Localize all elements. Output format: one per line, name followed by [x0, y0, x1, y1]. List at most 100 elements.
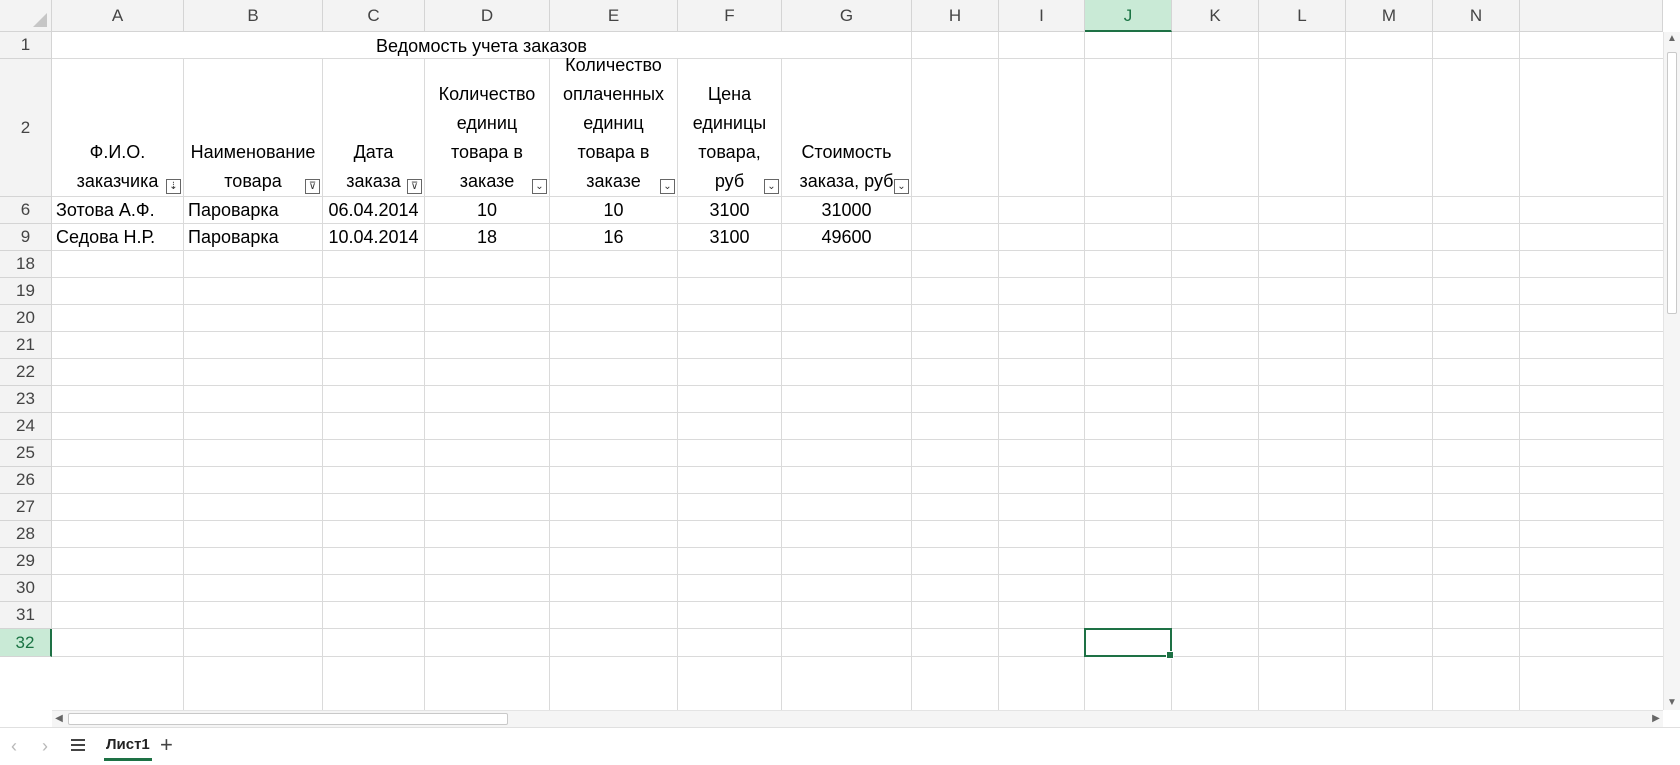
column-header-a[interactable]: A	[52, 0, 184, 32]
scroll-right-icon[interactable]: ▶	[1649, 712, 1663, 726]
grid-line	[52, 574, 1663, 575]
data-cell[interactable]: Пароварка	[184, 224, 322, 250]
vertical-scroll-thumb[interactable]	[1667, 52, 1677, 314]
grid-line	[1171, 32, 1172, 710]
column-title-line: Цена	[707, 84, 752, 104]
row-header-23[interactable]: 23	[0, 386, 52, 413]
column-header-m[interactable]: M	[1346, 0, 1433, 32]
data-cell[interactable]: Зотова А.Ф.	[52, 197, 183, 223]
spreadsheet-grid[interactable]: ABCDEFGHIJKLMN 1 2 6 9 18 19 20 21 22 23 24 25 26 27 2…	[0, 0, 1680, 765]
column-title-line: Стоимость	[801, 142, 892, 162]
row-header-18[interactable]: 18	[0, 251, 52, 278]
row-header-31[interactable]: 31	[0, 602, 52, 629]
data-cell[interactable]: 31000	[782, 197, 911, 223]
next-sheet-icon[interactable]: ›	[42, 736, 48, 757]
dropdown-icon[interactable]: ⌄	[764, 179, 779, 194]
sort-filter-icon[interactable]: ⇣	[166, 179, 181, 194]
column-title-cell[interactable]: Количество единиц товара в заказе	[425, 59, 549, 196]
row-header-30[interactable]: 30	[0, 575, 52, 602]
column-header-k[interactable]: K	[1172, 0, 1259, 32]
row-header-2[interactable]: 2	[0, 59, 52, 197]
column-title-cell[interactable]: Стоимость заказа, руб	[782, 59, 911, 196]
grid-line	[52, 628, 1663, 629]
active-filter-icon[interactable]: ⊽	[407, 179, 422, 194]
column-header-d[interactable]: D	[425, 0, 550, 32]
column-title-cell[interactable]: Количество оплаченных единиц товара в заказе	[550, 55, 677, 196]
grid-line	[998, 32, 999, 710]
data-cell[interactable]: 06.04.2014	[323, 197, 424, 223]
active-filter-icon[interactable]: ⊽	[305, 179, 320, 194]
data-cell[interactable]: 3100	[678, 224, 781, 250]
column-header-j[interactable]: J	[1085, 0, 1172, 32]
scroll-up-icon[interactable]: ▲	[1665, 32, 1679, 46]
column-header-h[interactable]: H	[912, 0, 999, 32]
select-all-button[interactable]	[0, 0, 52, 32]
column-title-cell[interactable]: Ф.И.О. заказчика	[52, 59, 183, 196]
column-title-line: товара в	[450, 142, 523, 162]
data-cell[interactable]: 10	[425, 197, 549, 223]
row-header-19[interactable]: 19	[0, 278, 52, 305]
row-header-26[interactable]: 26	[0, 467, 52, 494]
column-title-line: товара,	[698, 142, 761, 162]
column-header-n[interactable]: N	[1433, 0, 1520, 32]
fill-handle[interactable]	[1166, 651, 1174, 659]
column-header-f[interactable]: F	[678, 0, 782, 32]
scroll-down-icon[interactable]: ▼	[1665, 696, 1679, 710]
data-cell[interactable]: Седова Н.Р.	[52, 224, 183, 250]
column-header-filler	[1520, 0, 1663, 32]
add-sheet-icon[interactable]: +	[160, 732, 173, 758]
row-header-27[interactable]: 27	[0, 494, 52, 521]
column-title-cell[interactable]: Цена единицы товара, руб	[678, 59, 781, 196]
dropdown-icon[interactable]: ⌄	[532, 179, 547, 194]
column-header-b[interactable]: B	[184, 0, 323, 32]
sheet-tab-bar: ‹ › Лист1 +	[0, 727, 1680, 765]
row-header-28[interactable]: 28	[0, 521, 52, 548]
row-header-20[interactable]: 20	[0, 305, 52, 332]
row-header-32[interactable]: 32	[0, 629, 52, 657]
grid-line	[1258, 32, 1259, 710]
data-cell[interactable]: 16	[550, 224, 677, 250]
row-header-22[interactable]: 22	[0, 359, 52, 386]
vertical-scrollbar[interactable]: ▲ ▼	[1663, 32, 1680, 710]
data-cell[interactable]: 3100	[678, 197, 781, 223]
all-sheets-menu-icon[interactable]	[71, 739, 85, 751]
row-header-25[interactable]: 25	[0, 440, 52, 467]
dropdown-icon[interactable]: ⌄	[660, 179, 675, 194]
column-title-line: заказчика	[76, 171, 159, 191]
grid-line	[1345, 32, 1346, 710]
grid-line	[911, 32, 912, 710]
grid-line	[1084, 32, 1085, 710]
row-header-24[interactable]: 24	[0, 413, 52, 440]
scroll-left-icon[interactable]: ◀	[52, 712, 66, 726]
column-title-line: Количество	[565, 55, 662, 75]
horizontal-scroll-thumb[interactable]	[68, 713, 508, 725]
column-header-i[interactable]: I	[999, 0, 1085, 32]
column-header-e[interactable]: E	[550, 0, 678, 32]
data-cell[interactable]: 49600	[782, 224, 911, 250]
selected-cell[interactable]	[1084, 628, 1174, 659]
horizontal-scrollbar[interactable]: ◀ ▶	[52, 710, 1663, 727]
column-header-g[interactable]: G	[782, 0, 912, 32]
data-cell[interactable]: Пароварка	[184, 197, 322, 223]
data-cell[interactable]: 10.04.2014	[323, 224, 424, 250]
prev-sheet-icon[interactable]: ‹	[11, 736, 17, 757]
grid-line	[52, 304, 1663, 305]
data-cell[interactable]: 10	[550, 197, 677, 223]
column-header-c[interactable]: C	[323, 0, 425, 32]
dropdown-icon[interactable]: ⌄	[894, 179, 909, 194]
row-header-1[interactable]: 1	[0, 32, 52, 59]
grid-line	[1432, 32, 1433, 710]
row-header-21[interactable]: 21	[0, 332, 52, 359]
sheet-title[interactable]: Ведомость учета заказов	[52, 32, 911, 58]
grid-line	[1519, 32, 1520, 710]
grid-line	[52, 412, 1663, 413]
column-header-l[interactable]: L	[1259, 0, 1346, 32]
column-title-line: заказа, руб	[799, 171, 894, 191]
column-title-cell[interactable]: Дата заказа	[323, 59, 424, 196]
data-cell[interactable]: 18	[425, 224, 549, 250]
row-header-6[interactable]: 6	[0, 197, 52, 224]
row-header-29[interactable]: 29	[0, 548, 52, 575]
column-title-cell[interactable]: Наименование товара	[184, 59, 322, 196]
row-header-9[interactable]: 9	[0, 224, 52, 251]
sheet-tab[interactable]: Лист1	[104, 731, 152, 763]
